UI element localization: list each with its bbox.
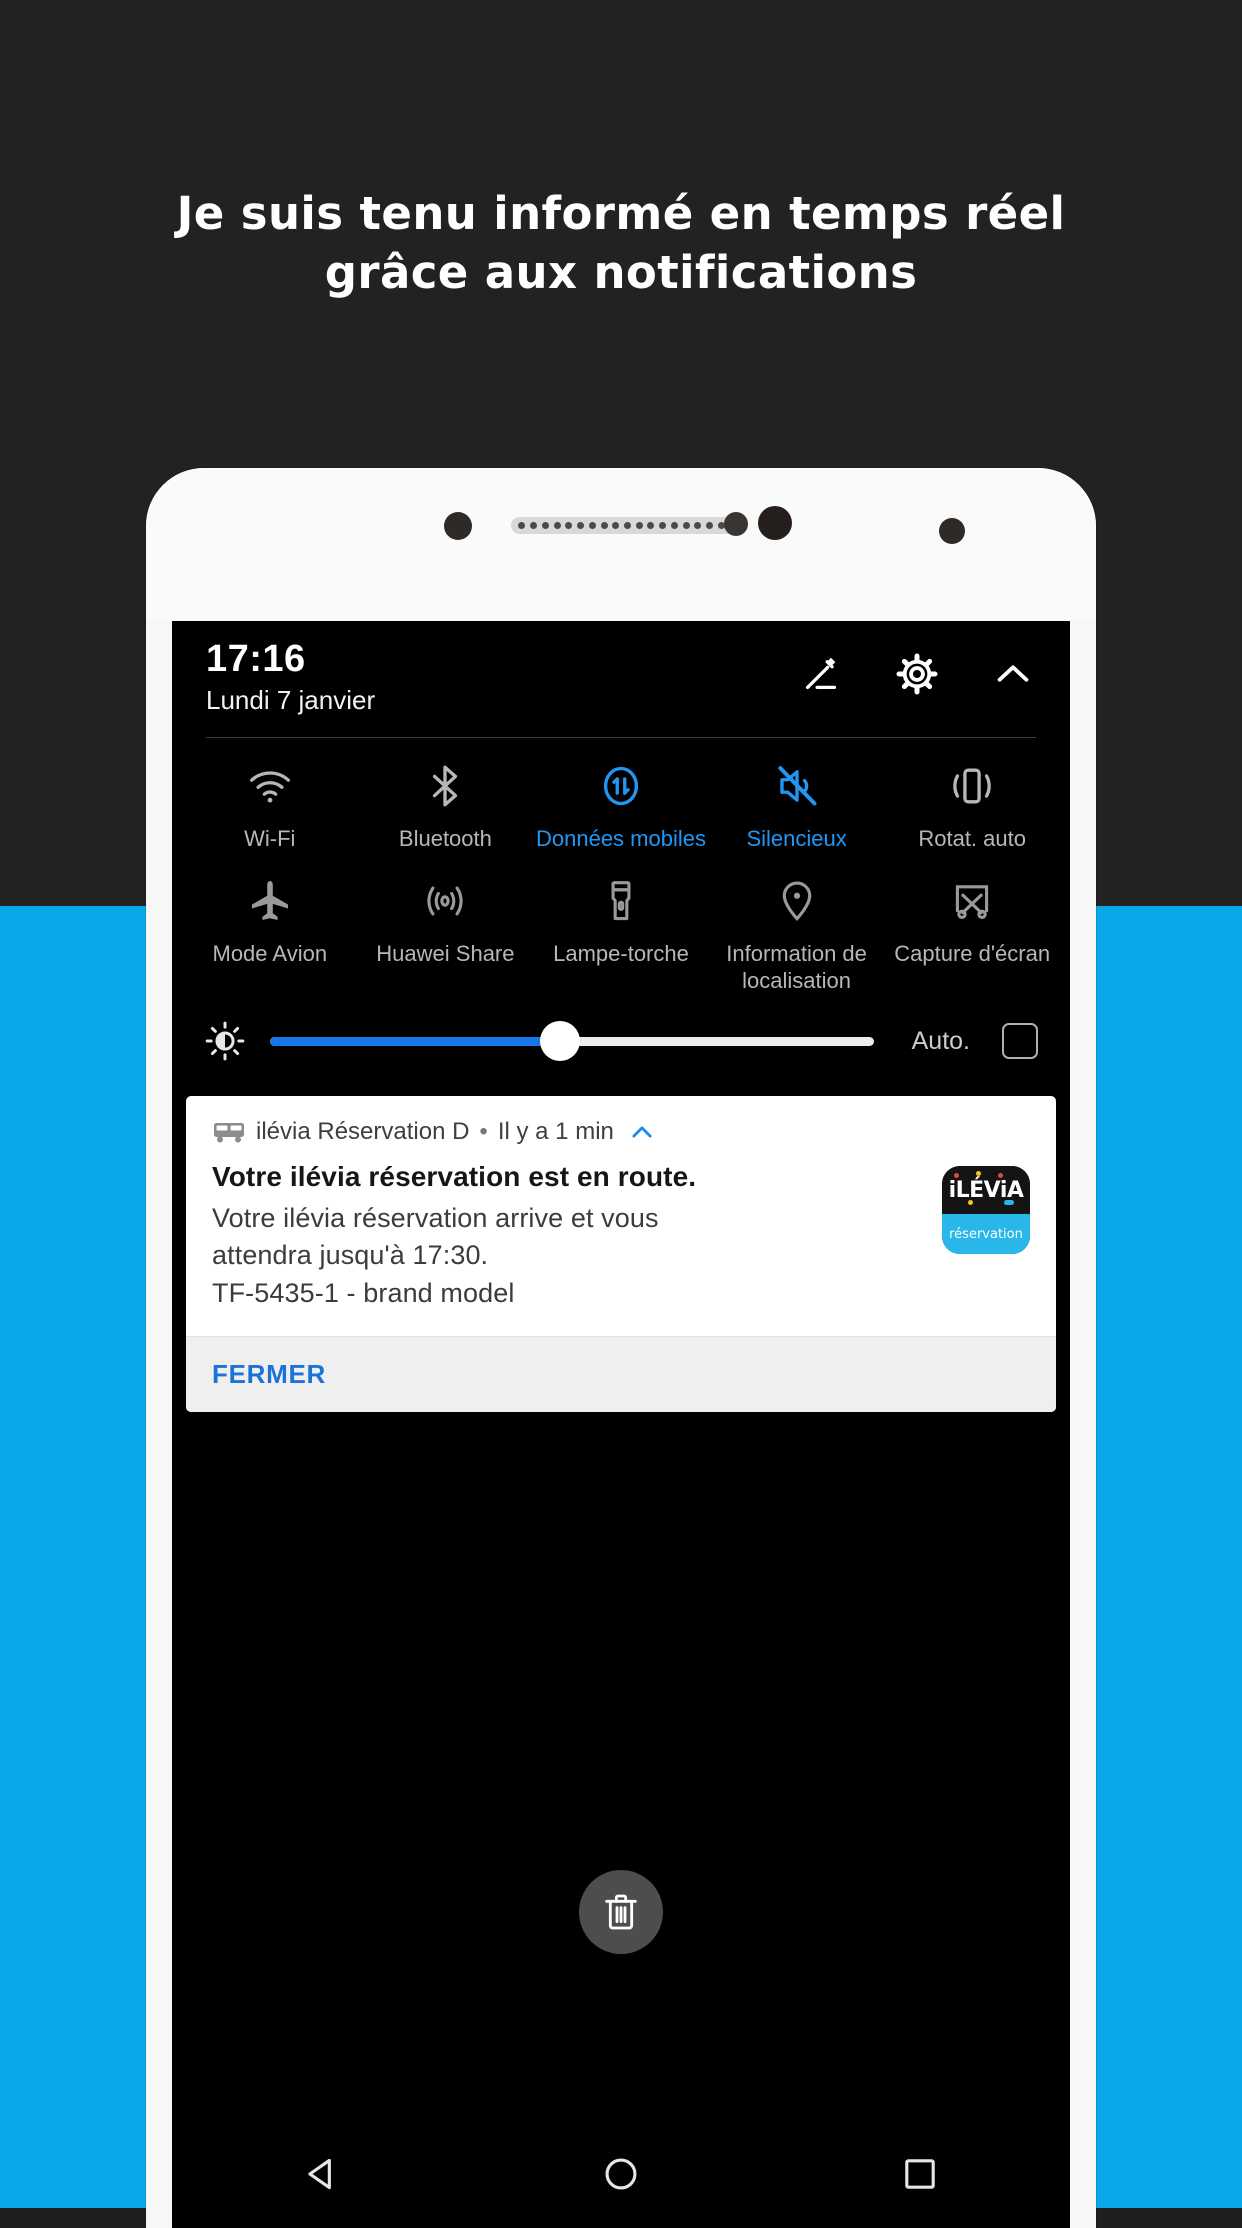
phone-screen: 17:16 Lundi 7 janvier Wi-Fi Bluetooth Do… — [172, 621, 1070, 2228]
back-button[interactable] — [296, 2148, 348, 2200]
front-camera-icon — [444, 512, 472, 540]
clock-block: 17:16 Lundi 7 janvier — [206, 638, 376, 716]
app-icon: iLÉViA réservation — [942, 1166, 1030, 1255]
chevron-up-icon[interactable] — [628, 1118, 656, 1146]
quick-settings-header-icons — [798, 651, 1036, 697]
edit-icon[interactable] — [798, 651, 844, 697]
tile-wifi[interactable]: Wi-Fi — [182, 738, 358, 853]
notification-header: ilévia Réservation D • Il y a 1 min — [186, 1096, 1056, 1152]
status-date: Lundi 7 janvier — [206, 685, 376, 716]
tile-silent[interactable]: Silencieux — [709, 738, 885, 853]
brightness-icon — [204, 1020, 246, 1062]
proximity-sensor-icon — [724, 512, 748, 536]
notification-title: Votre ilévia réservation est en route. — [212, 1161, 697, 1193]
huawei-share-icon — [358, 875, 534, 927]
home-button[interactable] — [595, 2148, 647, 2200]
notification-body: Votre ilévia réservation est en route. V… — [186, 1152, 1056, 1335]
tile-label: Bluetooth — [398, 826, 492, 851]
quick-settings-header: 17:16 Lundi 7 janvier — [172, 621, 1070, 731]
flashlight-icon — [533, 875, 709, 927]
mute-icon — [709, 760, 885, 812]
speaker-grille-icon — [511, 517, 744, 534]
tile-label: Lampe-torche — [553, 940, 689, 966]
auto-brightness-label: Auto. — [911, 1026, 970, 1055]
notification-actions: FERMER — [186, 1335, 1056, 1412]
close-notification-button[interactable]: FERMER — [212, 1359, 326, 1389]
quick-settings-row-1: Wi-Fi Bluetooth Données mobiles Silencie… — [172, 738, 1070, 853]
clear-all-button[interactable] — [579, 1869, 663, 1954]
phone-top-bezel — [146, 468, 1096, 621]
headline-line-1: Je suis tenu informé en temps réel — [176, 187, 1066, 240]
tile-label: Rotat. auto — [918, 826, 1026, 851]
airplane-icon — [182, 875, 358, 927]
notification-card[interactable]: ilévia Réservation D • Il y a 1 min Votr… — [186, 1096, 1056, 1412]
notification-app-name: ilévia Réservation D — [256, 1118, 470, 1146]
notification-separator: • — [479, 1118, 488, 1146]
app-icon-subtitle: réservation — [949, 1226, 1023, 1242]
recents-button[interactable] — [894, 2148, 946, 2200]
chevron-up-icon[interactable] — [990, 651, 1036, 697]
auto-rotate-icon — [884, 760, 1060, 812]
tile-label: Mode Avion — [212, 940, 328, 966]
notification-empty-area — [172, 1412, 1070, 1870]
notification-text: Votre ilévia réservation arrive et vous … — [212, 1200, 906, 1312]
notification-text-line-3: TF-5435-1 - brand model — [212, 1277, 515, 1308]
tile-huawei-share[interactable]: Huawei Share — [358, 853, 534, 995]
tile-airplane-mode[interactable]: Mode Avion — [182, 853, 358, 995]
gear-icon[interactable] — [894, 651, 940, 697]
notification-text-line-1: Votre ilévia réservation arrive et vous — [212, 1203, 659, 1233]
tile-label: Silencieux — [746, 826, 847, 851]
auto-brightness-checkbox[interactable] — [1002, 1023, 1038, 1060]
status-time: 17:16 — [206, 638, 306, 680]
tile-label: Information de localisation — [726, 940, 867, 993]
page-title: Je suis tenu informé en temps réel grâce… — [0, 185, 1242, 302]
tile-screenshot[interactable]: Capture d'écran — [884, 853, 1060, 995]
wifi-icon — [182, 760, 358, 812]
headline-line-2: grâce aux notifications — [324, 245, 918, 299]
tile-auto-rotate[interactable]: Rotat. auto — [884, 738, 1060, 853]
app-icon-wordmark: iLÉViA — [948, 1177, 1024, 1203]
tile-label: Huawei Share — [376, 940, 515, 966]
light-sensor-icon — [939, 518, 965, 544]
front-camera-lens-icon — [758, 506, 792, 540]
trash-icon — [601, 1890, 641, 1934]
tile-flashlight[interactable]: Lampe-torche — [533, 853, 709, 995]
tile-label: Données mobiles — [535, 826, 706, 851]
tile-label: Capture d'écran — [894, 940, 1051, 966]
tile-bluetooth[interactable]: Bluetooth — [358, 738, 534, 853]
brightness-slider[interactable] — [270, 1021, 874, 1062]
tile-label: Wi-Fi — [244, 826, 296, 851]
brightness-slider-thumb[interactable] — [539, 1021, 580, 1062]
screenshot-scissors-icon — [884, 875, 1060, 927]
location-pin-icon — [709, 875, 885, 927]
brightness-control: Auto. — [172, 994, 1070, 1092]
mobile-data-icon — [533, 760, 709, 812]
bus-icon — [212, 1120, 246, 1144]
tile-location[interactable]: Information de localisation — [709, 853, 885, 995]
notification-text-line-2: attendra jusqu'à 17:30. — [212, 1240, 489, 1271]
clear-all-wrapper — [172, 1869, 1070, 1954]
app-icon-bottom: réservation — [942, 1214, 1030, 1255]
navigation-bar — [172, 2120, 1070, 2228]
phone-mockup: 17:16 Lundi 7 janvier Wi-Fi Bluetooth Do… — [146, 468, 1096, 2228]
brightness-slider-fill — [270, 1036, 560, 1046]
app-icon-top: iLÉViA — [942, 1166, 1030, 1215]
quick-settings-row-2: Mode Avion Huawei Share Lampe-torche Inf… — [172, 853, 1070, 995]
bluetooth-icon — [358, 760, 534, 812]
notification-timestamp: Il y a 1 min — [497, 1118, 614, 1146]
tile-mobile-data[interactable]: Données mobiles — [533, 738, 709, 853]
